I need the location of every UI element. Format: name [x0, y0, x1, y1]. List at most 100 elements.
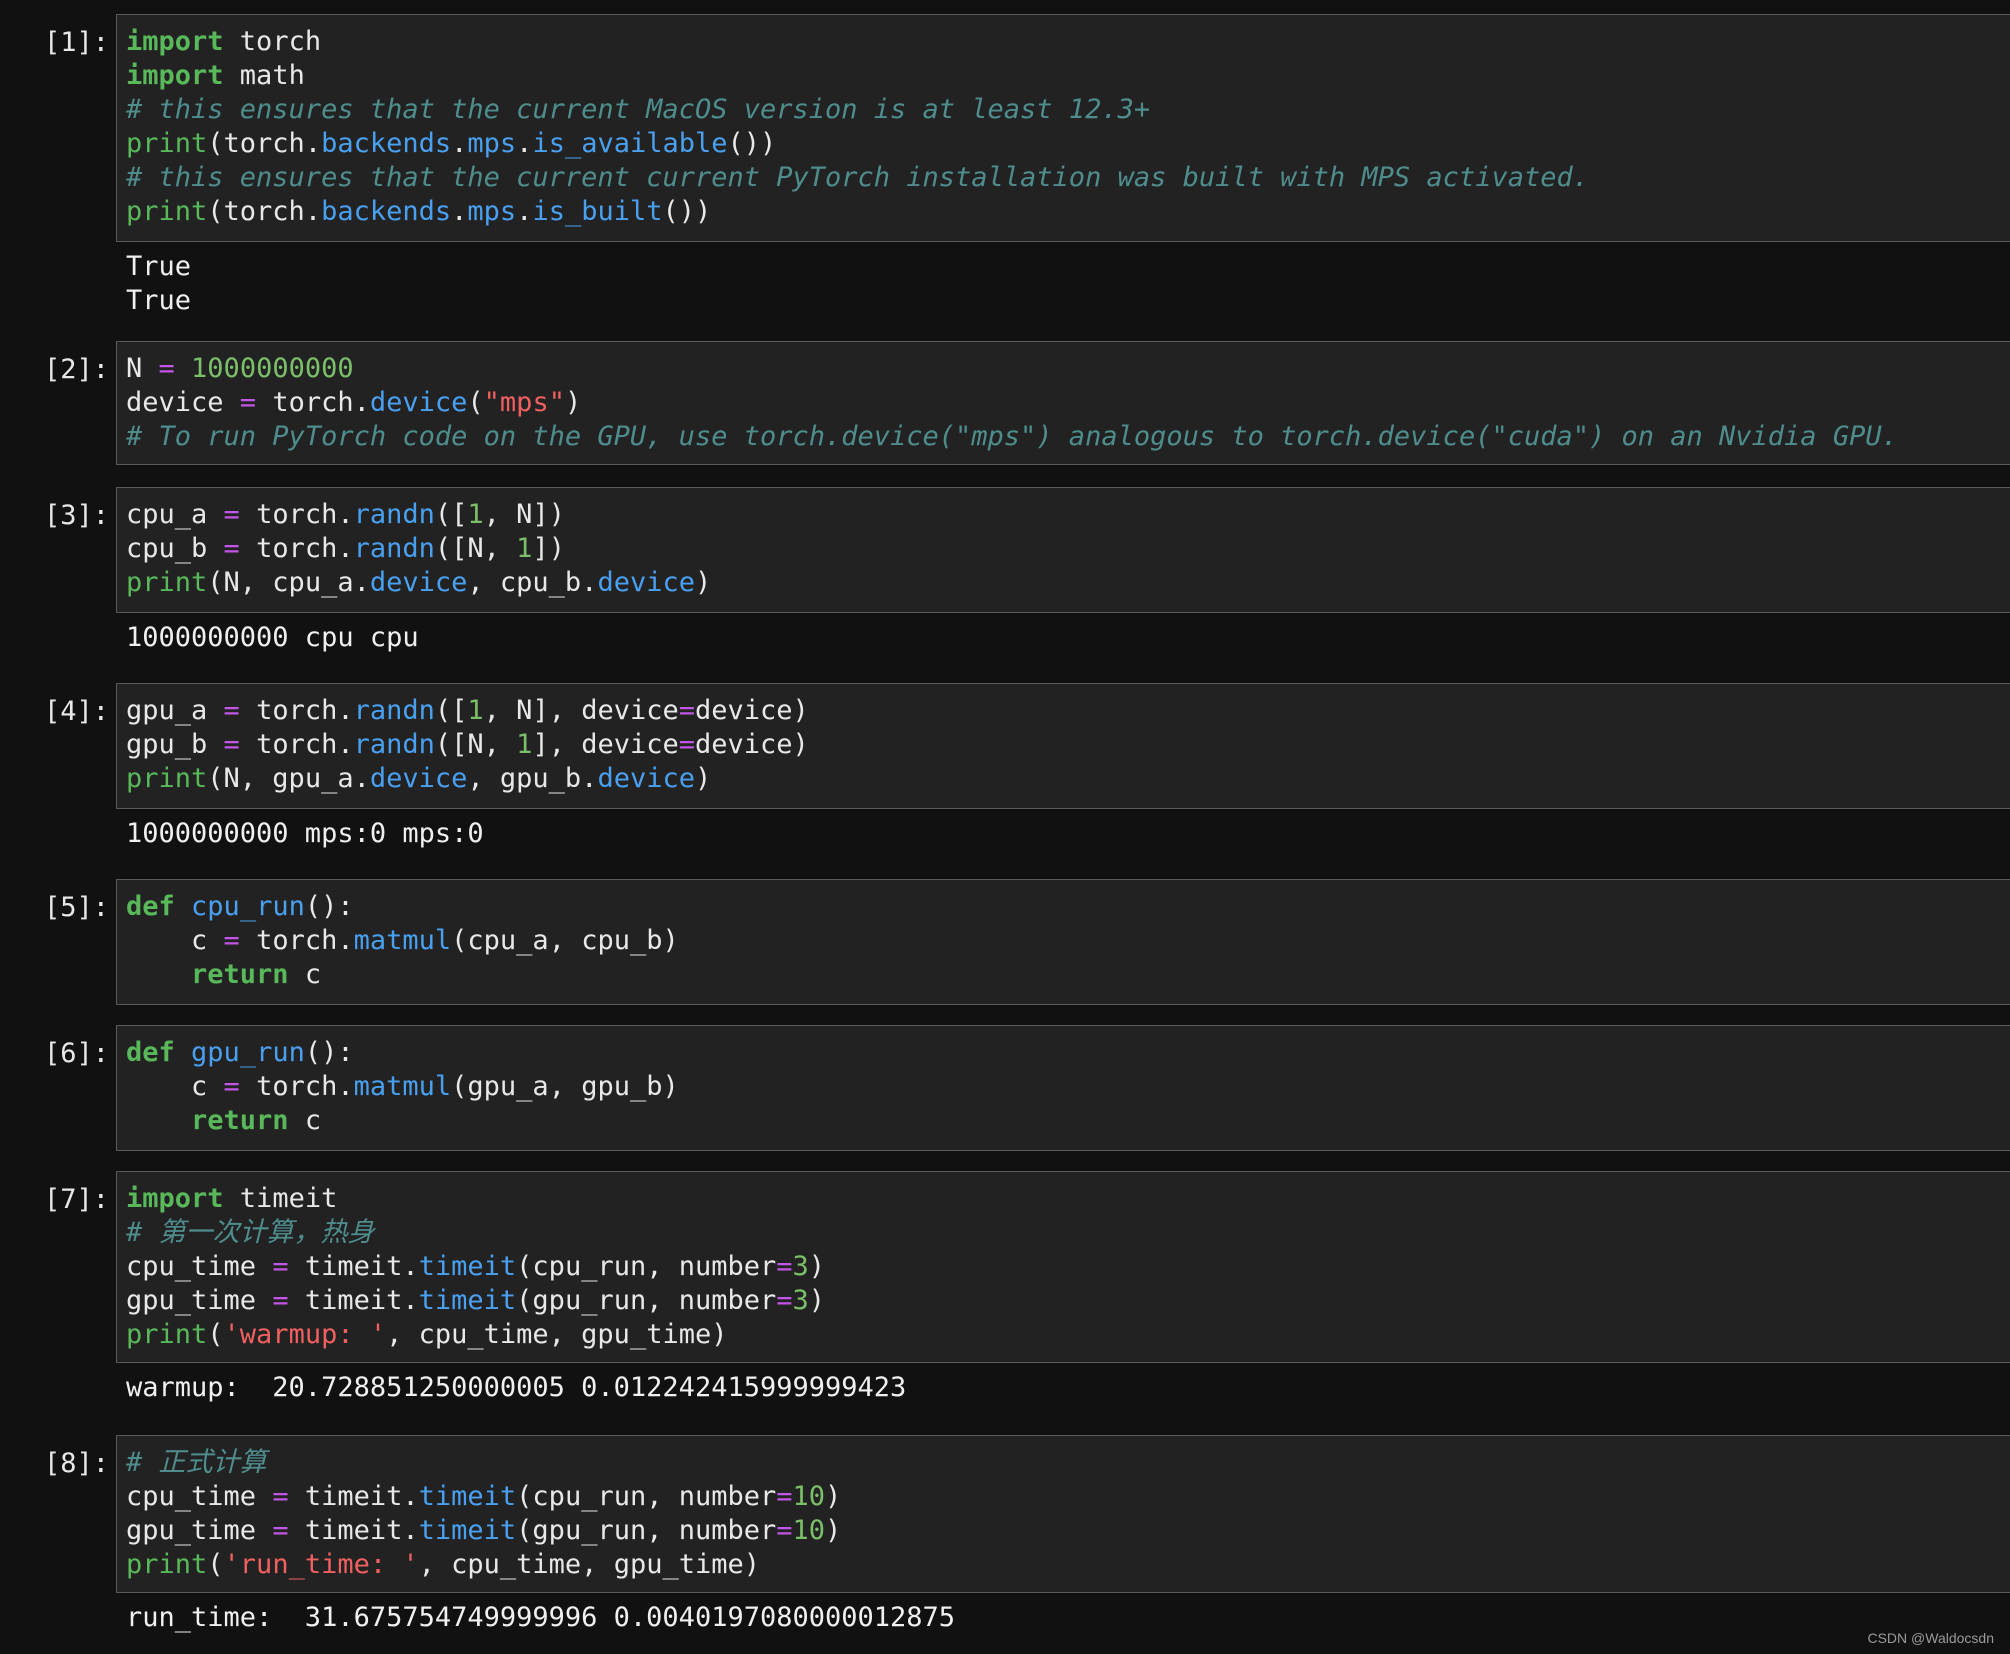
- attribute-token: is_available: [532, 128, 728, 159]
- code-text: device): [695, 695, 809, 726]
- code-text: c: [126, 1071, 224, 1102]
- attribute-token: timeit: [418, 1481, 517, 1512]
- attribute-token: device: [597, 567, 695, 598]
- string-token: 'warmup: ': [223, 1319, 387, 1350]
- code-text: ): [808, 1285, 826, 1316]
- code-text: gpu_time: [126, 1515, 273, 1546]
- execution-count-prompt: [1]:: [44, 27, 110, 58]
- code-line: import math: [126, 59, 2010, 93]
- attribute-token: backends: [321, 128, 452, 159]
- code-line: def gpu_run():: [126, 1036, 2010, 1070]
- code-text: ()): [662, 196, 712, 227]
- code-line: # this ensures that the current MacOS ve…: [126, 93, 2010, 127]
- attribute-token: timeit: [418, 1251, 517, 1282]
- code-input-area[interactable]: import torch import math # this ensures th…: [116, 14, 2010, 242]
- code-text: (gpu_run, number: [516, 1515, 777, 1546]
- code-text: cpu_time: [126, 1251, 273, 1282]
- attribute-token: matmul: [353, 925, 452, 956]
- execution-count-prompt: [5]:: [44, 892, 110, 923]
- code-text: torch.: [256, 387, 370, 418]
- code-text: cpu_time: [126, 1481, 273, 1512]
- code-text: N: [126, 353, 159, 384]
- code-text: gpu_a: [126, 695, 224, 726]
- keyword-token: import: [126, 60, 224, 91]
- code-text: timeit.: [288, 1515, 419, 1546]
- code-text: timeit.: [288, 1251, 419, 1282]
- attribute-token: device: [369, 567, 468, 598]
- code-input-area[interactable]: def gpu_run(): c = torch.matmul(gpu_a, g…: [116, 1025, 2010, 1151]
- code-input-area[interactable]: gpu_a = torch.randn([1, N], device=devic…: [116, 683, 2010, 809]
- function-name-token: gpu_run: [191, 1037, 305, 1068]
- comment-token: # 第一次计算，热身: [126, 1217, 375, 1248]
- code-text: gpu_b: [126, 729, 224, 760]
- code-text: timeit: [223, 1183, 338, 1214]
- watermark: CSDN @Waldocsdn: [1867, 1630, 1994, 1646]
- execution-count-prompt: [7]:: [44, 1184, 110, 1215]
- comment-token: # this ensures that the current current …: [126, 162, 1589, 193]
- operator-token: =: [678, 729, 696, 760]
- code-text: .: [516, 128, 533, 159]
- code-text: ): [808, 1251, 826, 1282]
- code-text: ():: [304, 1037, 354, 1068]
- code-line: print(torch.backends.mps.is_built()): [126, 195, 2010, 229]
- code-line: # 正式计算: [126, 1446, 2010, 1480]
- keyword-token: return: [191, 959, 289, 990]
- code-text: ): [825, 1481, 842, 1512]
- code-line: print(N, cpu_a.device, cpu_b.device): [126, 566, 2010, 600]
- code-line: import torch: [126, 25, 2010, 59]
- operator-token: =: [678, 695, 696, 726]
- code-input-area[interactable]: def cpu_run(): c = torch.matmul(cpu_a, c…: [116, 879, 2010, 1005]
- code-text: ): [694, 763, 712, 794]
- execution-count-prompt: [8]:: [44, 1448, 110, 1479]
- code-text: , N], device: [483, 695, 679, 726]
- code-text: ([N,: [434, 533, 517, 564]
- code-input-area[interactable]: N = 1000000000 device = torch.device("mps…: [116, 341, 2010, 465]
- attribute-token: device: [597, 763, 695, 794]
- attribute-token: timeit: [418, 1515, 517, 1546]
- code-line: gpu_a = torch.randn([1, N], device=devic…: [126, 694, 2010, 728]
- operator-token: =: [223, 695, 240, 726]
- builtin-token: print: [126, 1549, 208, 1580]
- builtin-token: print: [126, 1319, 208, 1350]
- operator-token: =: [776, 1515, 793, 1546]
- number-token: 1: [467, 695, 484, 726]
- code-line: print('run_time: ', cpu_time, gpu_time): [126, 1548, 2010, 1582]
- code-text: (torch.: [207, 128, 322, 159]
- code-text: ([: [434, 499, 468, 530]
- code-text: ): [564, 387, 582, 418]
- code-text: cpu_b: [126, 533, 224, 564]
- code-text: .: [451, 196, 468, 227]
- execution-count-prompt: [6]:: [44, 1038, 110, 1069]
- string-token: 'run_time: ': [223, 1549, 419, 1580]
- number-token: 1000000000: [191, 353, 354, 384]
- code-input-area[interactable]: # 正式计算 cpu_time = timeit.timeit(cpu_run, …: [116, 1435, 2010, 1593]
- code-line: # To run PyTorch code on the GPU, use to…: [126, 420, 2010, 454]
- code-text: (gpu_run, number: [516, 1285, 777, 1316]
- attribute-token: randn: [353, 533, 435, 564]
- builtin-token: print: [126, 763, 208, 794]
- operator-token: =: [158, 353, 175, 384]
- code-input-area[interactable]: import timeit # 第一次计算，热身 cpu_time = timeit…: [116, 1171, 2010, 1363]
- code-line: cpu_a = torch.randn([1, N]): [126, 498, 2010, 532]
- code-text: c: [288, 959, 322, 990]
- code-line: c = torch.matmul(gpu_a, gpu_b): [126, 1070, 2010, 1104]
- operator-token: =: [776, 1481, 793, 1512]
- code-text: torch.: [239, 533, 354, 564]
- builtin-token: print: [126, 128, 208, 159]
- code-line: def cpu_run():: [126, 890, 2010, 924]
- code-text: torch.: [239, 925, 354, 956]
- operator-token: =: [223, 925, 240, 956]
- code-input-area[interactable]: cpu_a = torch.randn([1, N]) cpu_b = torch…: [116, 487, 2010, 613]
- code-line: c = torch.matmul(cpu_a, cpu_b): [126, 924, 2010, 958]
- number-token: 1: [516, 533, 533, 564]
- code-text: math: [223, 60, 305, 91]
- code-text: c: [126, 925, 224, 956]
- keyword-token: import: [126, 1183, 224, 1214]
- code-text: gpu_time: [126, 1285, 273, 1316]
- operator-token: =: [272, 1481, 289, 1512]
- operator-token: =: [239, 387, 257, 418]
- operator-token: =: [272, 1251, 289, 1282]
